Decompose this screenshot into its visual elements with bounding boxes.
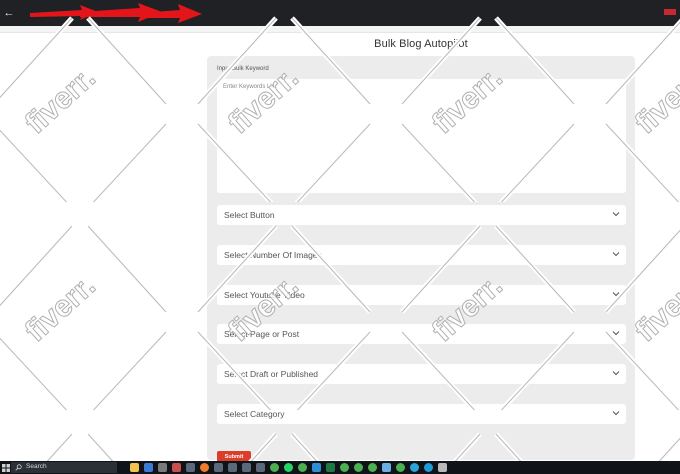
search-icon — [15, 464, 22, 471]
chevron-down-icon — [612, 331, 620, 336]
chrome-icon[interactable] — [368, 463, 377, 472]
chrome-icon[interactable] — [270, 463, 279, 472]
select-images-label: Select Number Of Images — [224, 250, 322, 260]
taskbar-pinned-apps — [130, 463, 447, 472]
app-icon[interactable] — [228, 463, 237, 472]
chrome-icon[interactable] — [298, 463, 307, 472]
file-explorer-icon[interactable] — [130, 463, 139, 472]
keyword-label: Input Bulk Keyword — [217, 66, 269, 72]
app-icon[interactable] — [214, 463, 223, 472]
search-label: Search — [26, 463, 47, 470]
taskbar-search-box[interactable]: Search — [11, 462, 117, 473]
firefox-icon[interactable] — [200, 463, 209, 472]
vscode-icon[interactable] — [312, 463, 321, 472]
select-youtube-label: Select Youtube Video — [224, 290, 305, 300]
chrome-icon[interactable] — [396, 463, 405, 472]
autopilot-form: Input Bulk Keyword Select Button Select … — [207, 56, 635, 464]
telegram-icon[interactable] — [410, 463, 419, 472]
chevron-down-icon — [612, 411, 620, 416]
select-number-of-images-dropdown[interactable]: Select Number Of Images — [217, 245, 626, 265]
watermark-text: fiverr. — [629, 269, 680, 349]
app-icon[interactable] — [256, 463, 265, 472]
chevron-down-icon — [612, 371, 620, 376]
keywords-textarea[interactable] — [217, 79, 626, 193]
app-icon[interactable] — [242, 463, 251, 472]
toolbar-red-mark — [664, 9, 676, 15]
back-arrow-icon[interactable]: ← — [2, 6, 16, 20]
settings-icon[interactable] — [438, 463, 447, 472]
select-youtube-video-dropdown[interactable]: Select Youtube Video — [217, 285, 626, 305]
media-icon[interactable] — [172, 463, 181, 472]
page-title: Bulk Blog Autopilot — [374, 38, 468, 50]
select-draft-label: Select Draft or Published — [224, 369, 319, 379]
chrome-icon[interactable] — [354, 463, 363, 472]
windows-start-icon[interactable] — [2, 464, 10, 472]
select-category-dropdown[interactable]: Select Category — [217, 404, 626, 424]
browser-content-edge — [0, 26, 680, 33]
chevron-down-icon — [612, 292, 620, 297]
select-category-label: Select Category — [224, 409, 285, 419]
browser-toolbar: ← — [0, 0, 680, 26]
edge-icon[interactable] — [424, 463, 433, 472]
app-icon[interactable] — [186, 463, 195, 472]
watermark-text: fiverr. — [19, 61, 103, 141]
select-button-dropdown[interactable]: Select Button — [217, 205, 626, 225]
select-page-post-label: Select Page or Post — [224, 329, 300, 339]
windows-taskbar: Search — [0, 461, 680, 474]
whatsapp-icon[interactable] — [284, 463, 293, 472]
excel-icon[interactable] — [326, 463, 335, 472]
notes-icon[interactable] — [158, 463, 167, 472]
photos-icon[interactable] — [382, 463, 391, 472]
watermark-text: fiverr. — [19, 269, 103, 349]
select-draft-or-published-dropdown[interactable]: Select Draft or Published — [217, 364, 626, 384]
chevron-down-icon — [612, 212, 620, 217]
select-page-or-post-dropdown[interactable]: Select Page or Post — [217, 324, 626, 344]
red-arrow-annotation-icon — [30, 3, 202, 23]
watermark-text: fiverr. — [629, 61, 680, 141]
chevron-down-icon — [612, 252, 620, 257]
store-icon[interactable] — [144, 463, 153, 472]
chrome-icon[interactable] — [340, 463, 349, 472]
select-button-label: Select Button — [224, 210, 275, 220]
